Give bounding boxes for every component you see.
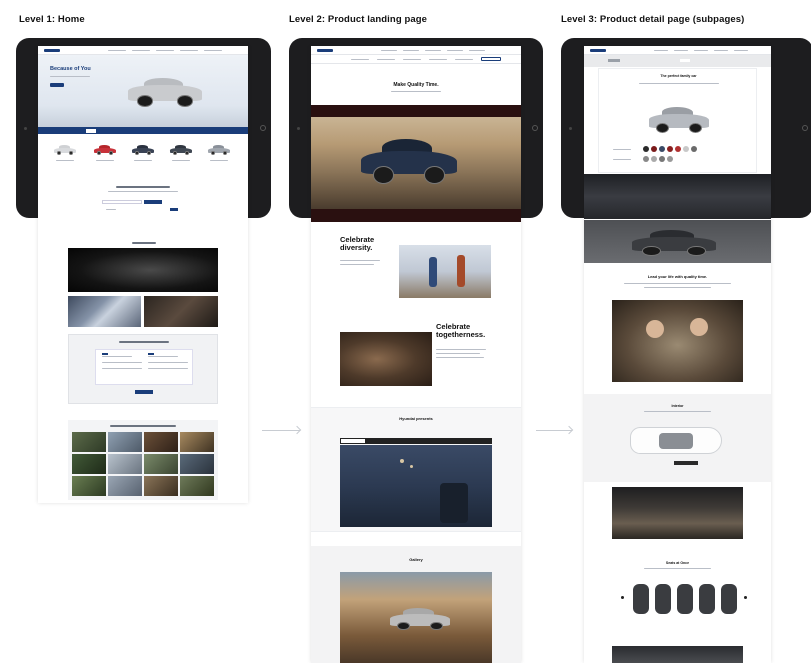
seat-layout-option[interactable] — [655, 584, 671, 614]
landing-section1-heading: Celebrate diversity. — [340, 235, 375, 252]
presents-photo — [340, 445, 492, 527]
landing-page-mockup: Make Quality Time. Celebrate diversity. … — [311, 46, 521, 663]
home-button-icon — [532, 125, 538, 131]
level-3-title: Level 3: Product detail page (subpages) — [561, 14, 745, 25]
landing-section2-heading: Celebrate togetherness. — [436, 322, 486, 339]
next-arrow-icon[interactable] — [744, 596, 747, 599]
sub-nav[interactable] — [311, 55, 521, 64]
presents-tab-bar[interactable] — [340, 438, 492, 444]
landing-section3-heading: Hyundai presents — [399, 416, 433, 421]
detail-section1-heading: Lead your life with quality time. — [647, 274, 708, 279]
color-swatch[interactable] — [659, 146, 665, 152]
detail-section2-heading: Interior — [671, 404, 684, 408]
form-card — [95, 349, 193, 385]
landing-section4-heading: Gallery — [409, 557, 423, 562]
home-hero-title: Because of You — [50, 66, 91, 72]
sub-nav[interactable] — [584, 55, 771, 67]
seats-section: Seats at Once — [602, 556, 753, 636]
site-nav — [584, 46, 771, 55]
seat-layout-option[interactable] — [677, 584, 693, 614]
hyundai-logo — [590, 49, 606, 52]
configurator-car — [649, 105, 709, 135]
search-input[interactable] — [102, 200, 142, 204]
site-nav — [311, 46, 521, 55]
model-cars-row — [38, 138, 248, 172]
gallery-section: Gallery — [311, 546, 521, 663]
color-swatch[interactable] — [683, 146, 689, 152]
hero-cta-button[interactable] — [50, 83, 64, 87]
home-button-icon — [260, 125, 266, 131]
detail-photo-bottom — [612, 646, 743, 663]
gallery-photo — [340, 572, 492, 663]
model-tab-bar[interactable] — [38, 127, 248, 134]
hero-video[interactable] — [311, 105, 521, 222]
configurator-card: The perfect family car — [598, 68, 757, 173]
landing-hero-title: Make Quality Time. — [393, 82, 439, 88]
detail-hero-title: The perfect family car — [660, 74, 697, 78]
car-photo-left — [68, 296, 141, 327]
landing-photo-1 — [399, 245, 491, 298]
presents-section: Hyundai presents — [311, 407, 521, 532]
hyundai-logo — [44, 49, 60, 52]
form-submit-button[interactable] — [135, 390, 153, 394]
form-section — [68, 334, 218, 404]
detail-photo-dark-1 — [584, 174, 771, 219]
dark-car-photo — [68, 248, 218, 292]
prev-arrow-icon[interactable] — [621, 596, 624, 599]
color-swatch[interactable] — [651, 146, 657, 152]
color-swatch[interactable] — [675, 146, 681, 152]
detail-section3-heading: Seats at Once — [665, 561, 690, 565]
landing-photo-2 — [340, 332, 432, 386]
home-button-icon — [802, 125, 808, 131]
detail-page-mockup: The perfect family car Lead your life wi… — [584, 46, 771, 663]
seat-layout-option[interactable] — [721, 584, 737, 614]
home-hero: Because of You — [38, 55, 248, 127]
search-button[interactable] — [144, 200, 162, 204]
hyundai-logo — [317, 49, 333, 52]
level-2-title: Level 2: Product landing page — [289, 14, 428, 25]
seat-layout-option[interactable] — [699, 584, 715, 614]
seat-layout-option[interactable] — [633, 584, 649, 614]
car-photo-right — [144, 296, 218, 327]
color-swatch[interactable] — [691, 146, 697, 152]
top-view-car — [630, 427, 722, 454]
site-nav — [38, 46, 248, 55]
interior-dashboard-photo — [612, 487, 743, 539]
home-page-mockup: Because of You — [38, 46, 248, 503]
color-swatch[interactable] — [643, 146, 649, 152]
level-1-title: Level 1: Home — [19, 14, 85, 25]
photo-grid-section — [68, 420, 218, 500]
color-swatch[interactable] — [667, 146, 673, 152]
detail-family-photo — [612, 300, 743, 382]
interior-section: Interior — [584, 394, 771, 482]
car-image — [128, 75, 202, 109]
detail-photo-dark-2 — [584, 220, 771, 263]
